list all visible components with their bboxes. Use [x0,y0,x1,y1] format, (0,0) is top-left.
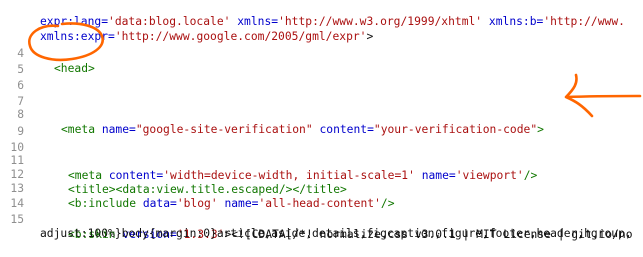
code-line-8: 8 <meta name="google-site-verification" … [0,92,643,136]
code-line-14: 14 [0,181,643,210]
code-line-15: 15 <b:skin version='1.3.3'><![CDATA[/*! … [0,197,643,241]
code-line-4: 4 <head> [0,31,643,75]
code-line-wrap: adjust:100%}body{margin:0}article,aside,… [0,211,643,240]
code-line-6: 6 [0,63,643,92]
code-line-5: 5 [0,47,643,76]
code-line-9: 9 [0,109,643,138]
code-editor[interactable]: expr:lang='data:blog.locale' xmlns='http… [0,0,643,241]
code-line-wrap: xmlns:expr='http://www.google.com/2005/g… [0,14,643,43]
code-text: adjust:100%}body{margin:0}article,aside,… [40,227,632,240]
code-line-11: 11 <meta content='width=device-width, in… [0,138,643,182]
code-line-wrap: expr:lang='data:blog.locale' xmlns='http… [0,0,643,28]
code-line-13: 13 <b:include data='blog' name='all-head… [0,166,643,210]
code-line-12: 12 <title><data:view.title.escaped/></ti… [0,152,643,196]
